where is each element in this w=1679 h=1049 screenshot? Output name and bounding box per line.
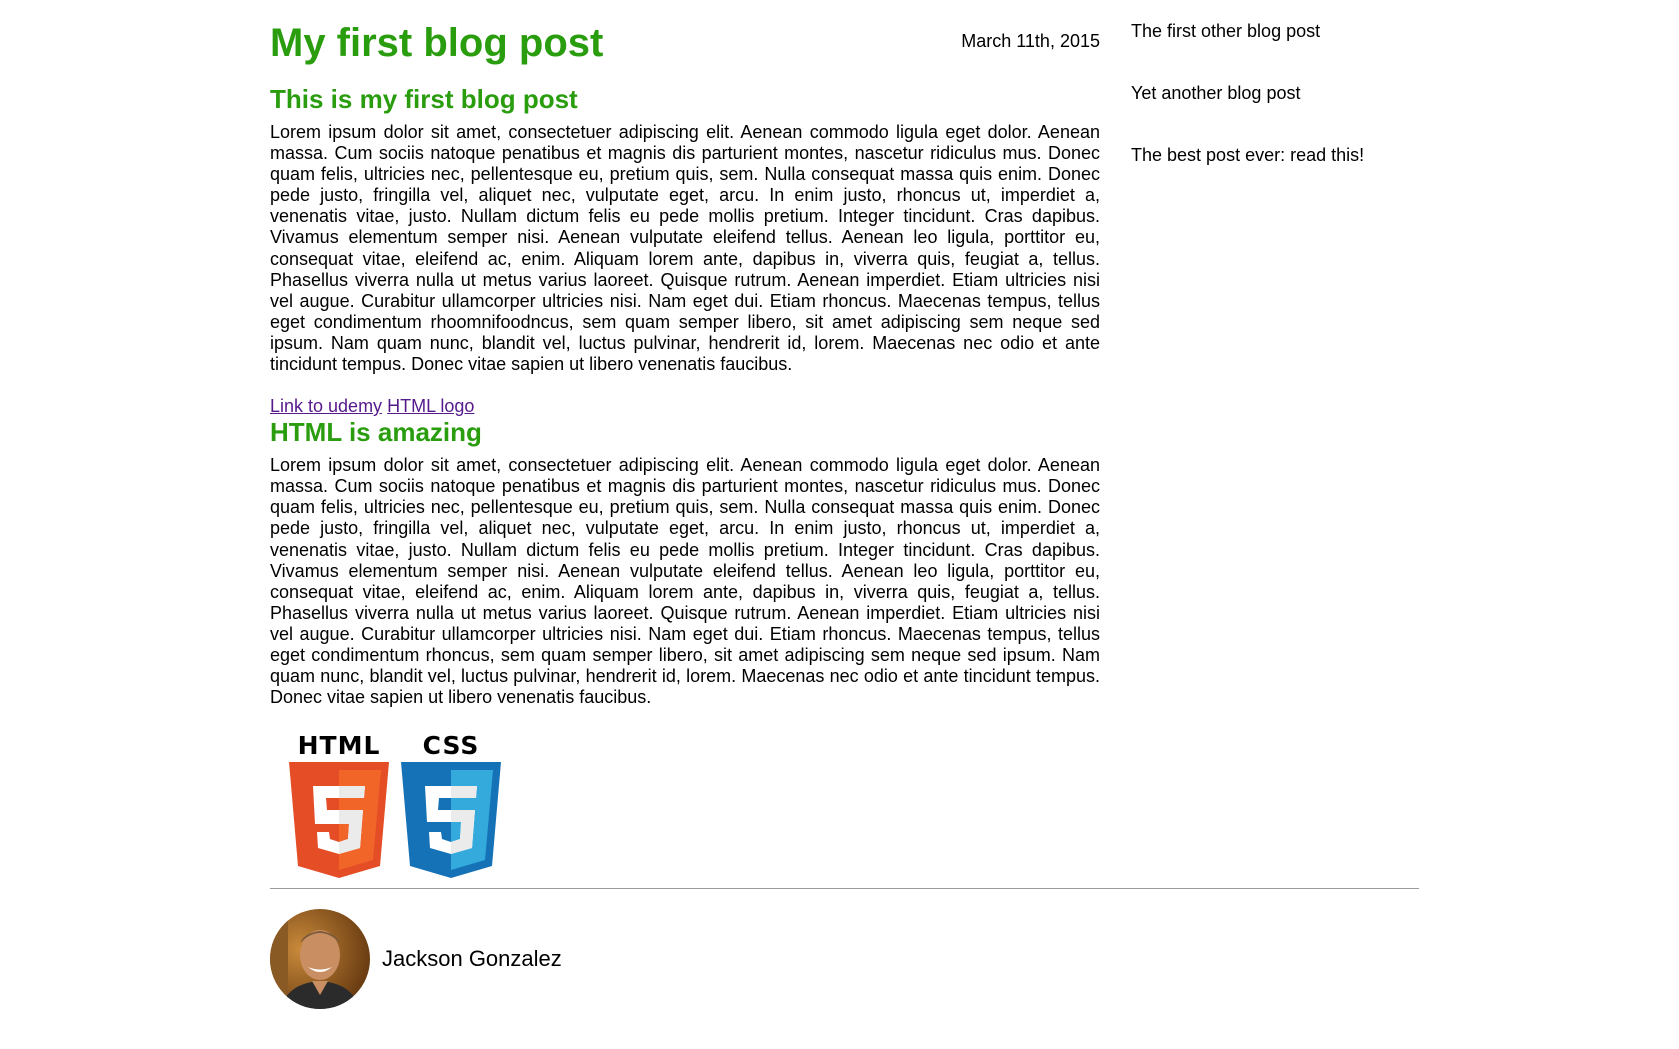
sidebar-item-yet-another-post[interactable]: Yet another blog post	[1131, 82, 1431, 104]
author-name: Jackson Gonzalez	[382, 946, 562, 971]
blog-post: My first blog post March 11th, 2015 This…	[270, 0, 1100, 880]
sidebar-item-best-post[interactable]: The best post ever: read this!	[1131, 144, 1431, 166]
html5-logo-icon: HTML	[289, 732, 389, 880]
html5-shield-icon	[289, 762, 389, 879]
avatar-photo	[270, 909, 370, 1009]
logo-word: HTML	[297, 731, 381, 761]
avatar	[270, 909, 370, 1009]
post-date: March 11th, 2015	[961, 31, 1100, 51]
post-links: Link to udemy HTML logo	[270, 395, 1100, 417]
related-posts-sidebar: The first other blog post Yet another bl…	[1131, 20, 1431, 206]
css3-logo-icon: CSS	[401, 732, 501, 880]
logo-word: CSS	[422, 731, 480, 761]
html-logo-link[interactable]: HTML logo	[387, 396, 474, 416]
section-paragraph: Lorem ipsum dolor sit amet, consectetuer…	[270, 122, 1100, 375]
udemy-link[interactable]: Link to udemy	[270, 396, 382, 416]
sidebar-item-first-other-post[interactable]: The first other blog post	[1131, 20, 1431, 42]
tech-logos: HTML CSS	[270, 732, 1100, 880]
post-header: My first blog post March 11th, 2015	[270, 0, 1100, 84]
css3-shield-icon	[401, 762, 501, 879]
section-paragraph: Lorem ipsum dolor sit amet, consectetuer…	[270, 455, 1100, 708]
post-title: My first blog post	[270, 21, 604, 65]
section-heading: HTML is amazing	[270, 417, 482, 448]
author-box: Jackson Gonzalez	[270, 909, 562, 1009]
divider	[270, 888, 1419, 889]
section-heading: This is my first blog post	[270, 84, 578, 114]
